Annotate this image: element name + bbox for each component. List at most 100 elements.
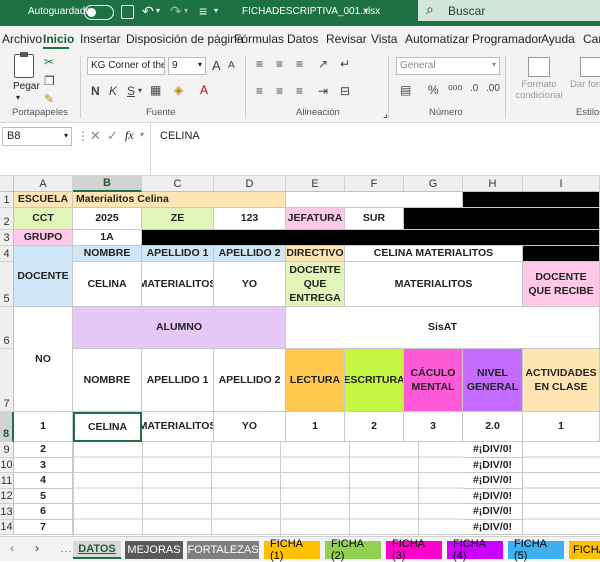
cell-directivo-value[interactable]: CELINA MATERIALITOS xyxy=(345,246,523,262)
cut-icon[interactable]: ✂ xyxy=(44,55,54,69)
fx-dropdown-icon[interactable]: ▾ xyxy=(140,130,144,139)
column-header-e[interactable]: E xyxy=(286,176,345,192)
cell-list-no[interactable]: 4 xyxy=(14,473,73,489)
spreadsheet-grid[interactable]: A B C D E F G H I 1 2 3 4 5 6 7 8 9 10 1… xyxy=(0,176,600,536)
align-right-icon[interactable]: ≡ xyxy=(296,84,303,98)
cell-nombre-header[interactable]: NOMBRE xyxy=(73,246,142,262)
cell-actividades-header[interactable]: ACTIVIDADES EN CLASE xyxy=(523,349,600,412)
cell-list-no[interactable]: 7 xyxy=(14,519,73,535)
cell-jefatura-value[interactable]: SUR xyxy=(345,208,404,230)
select-all-corner[interactable] xyxy=(0,176,14,192)
cell-alumno-apellido1-header[interactable]: APELLIDO 1 xyxy=(142,349,214,412)
row-header-7[interactable]: 7 xyxy=(0,349,14,412)
number-launcher-icon[interactable]: ⌟ xyxy=(383,109,388,120)
sheet-tab-ficha-4[interactable]: FICHA (4) xyxy=(447,538,503,562)
align-left-icon[interactable]: ≡ xyxy=(256,84,263,98)
cell-list-no[interactable]: 5 xyxy=(14,488,73,504)
cell-div-error[interactable]: #¡DIV/0! xyxy=(463,519,523,535)
cell-list-no[interactable]: 2 xyxy=(14,442,73,458)
format-as-table-label[interactable]: Dar formato como tabla xyxy=(570,79,600,90)
conditional-format-label[interactable]: Formato condicional xyxy=(510,79,568,102)
cell-row8-apellido2[interactable]: YO xyxy=(214,412,286,442)
cell-div-error[interactable]: #¡DIV/0! xyxy=(463,504,523,520)
font-color-icon[interactable]: A xyxy=(200,83,208,97)
cell-year[interactable]: 2025 xyxy=(73,208,142,230)
row-header-9[interactable]: 9 xyxy=(0,442,14,458)
autosave-toggle[interactable] xyxy=(84,5,114,20)
sheet-tab-ficha-6[interactable]: FICHA (6) xyxy=(569,541,600,559)
align-bottom-icon[interactable]: ≡ xyxy=(296,57,303,71)
cell-black-block[interactable] xyxy=(463,192,600,208)
cell-row8-lectura[interactable]: 1 xyxy=(286,412,345,442)
more-sheets-icon[interactable]: … xyxy=(60,541,72,555)
cell-ze-value[interactable]: 123 xyxy=(214,208,286,230)
cell-black-block[interactable] xyxy=(142,230,600,246)
row-header-11[interactable]: 11 xyxy=(0,473,14,489)
cell-alumno-nombre-header[interactable]: NOMBRE xyxy=(73,349,142,412)
decrease-font-icon[interactable]: A xyxy=(228,60,235,71)
cell-calculo-header[interactable]: CÁCULO MENTAL xyxy=(404,349,463,412)
cell-alumno-header[interactable]: ALUMNO xyxy=(73,307,286,349)
wrap-text-icon[interactable]: ↵ xyxy=(340,57,350,71)
row-header-3[interactable]: 3 xyxy=(0,230,14,246)
cell-sisat-header[interactable]: SisAT xyxy=(286,307,600,349)
copy-icon[interactable]: ❐ xyxy=(44,74,55,88)
sheet-tab-ficha-5[interactable]: FICHA (5) xyxy=(508,538,564,562)
cell-docente-apellido2[interactable]: YO xyxy=(214,262,286,307)
save-icon[interactable] xyxy=(121,5,134,19)
cell-black-block[interactable] xyxy=(404,208,600,230)
increase-font-icon[interactable]: A xyxy=(212,58,221,73)
cell-row8-escritura[interactable]: 2 xyxy=(345,412,404,442)
cell-grupo-value[interactable]: 1A xyxy=(73,230,142,246)
tab-datos[interactable]: Datos xyxy=(287,32,318,46)
bold-icon[interactable]: N xyxy=(91,84,100,98)
tab-ayuda[interactable]: Ayuda xyxy=(541,32,575,46)
borders-icon[interactable]: ▦ xyxy=(150,83,161,97)
cell-lectura-header[interactable]: LECTURA xyxy=(286,349,345,412)
cell-selected-b8[interactable]: CELINA xyxy=(73,412,142,442)
row-header-6[interactable]: 6 xyxy=(0,307,14,349)
tab-car[interactable]: Car xyxy=(583,32,600,46)
sheet-tab-datos[interactable]: DATOS xyxy=(73,541,121,559)
cell-docente-apellido1[interactable]: MATERIALITOS xyxy=(142,262,214,307)
column-header-d[interactable]: D xyxy=(214,176,286,192)
cell-escuela-label[interactable]: ESCUELA xyxy=(14,192,73,208)
sheet-tab-fortalezas[interactable]: FORTALEZAS xyxy=(187,541,259,559)
tab-disposicion[interactable]: Disposición de página xyxy=(126,32,243,46)
cell-list-no[interactable]: 6 xyxy=(14,504,73,520)
column-header-f[interactable]: F xyxy=(345,176,404,192)
cell-docente-nombre[interactable]: CELINA xyxy=(73,262,142,307)
cell-apellido1-header[interactable]: APELLIDO 1 xyxy=(142,246,214,262)
cell-row8-nivel[interactable]: 2.0 xyxy=(463,412,523,442)
name-box[interactable]: B8 ▾ xyxy=(2,127,72,146)
cell-jefatura-label[interactable]: JEFATURA xyxy=(286,208,345,230)
column-header-b[interactable]: B xyxy=(73,176,142,192)
underline-icon[interactable]: S xyxy=(127,84,135,98)
row-header-2[interactable]: 2 xyxy=(0,208,14,230)
increase-decimal-icon[interactable]: .0 xyxy=(470,83,478,94)
undo-dropdown-icon[interactable]: ▾ xyxy=(156,6,160,15)
redo-dropdown-icon[interactable]: ▾ xyxy=(184,6,188,15)
column-header-i[interactable]: I xyxy=(523,176,600,192)
fill-color-icon[interactable]: ◈ xyxy=(174,83,183,97)
sheet-tab-mejoras[interactable]: MEJORAS xyxy=(125,541,183,559)
sheet-tab-ficha-2[interactable]: FICHA (2) xyxy=(325,538,381,562)
row-header-14[interactable]: 14 xyxy=(0,519,14,535)
row-header-10[interactable]: 10 xyxy=(0,457,14,473)
decrease-decimal-icon[interactable]: .00 xyxy=(486,83,500,94)
indent-icon[interactable]: ⇥ xyxy=(318,84,328,98)
orientation-icon[interactable]: ↗ xyxy=(318,57,328,71)
tab-revisar[interactable]: Revisar xyxy=(326,32,367,46)
formula-content[interactable]: CELINA xyxy=(160,130,200,142)
tab-formulas[interactable]: Fórmulas xyxy=(234,32,284,46)
tab-archivo[interactable]: Archivo xyxy=(2,32,42,46)
row-header-4[interactable]: 4 xyxy=(0,246,14,262)
cell-empty[interactable] xyxy=(286,192,463,208)
cell-docente-entrega-value[interactable]: MATERIALITOS xyxy=(345,262,523,307)
cell-row8-apellido1[interactable]: MATERIALITOS xyxy=(142,412,214,442)
cell-row8-no[interactable]: 1 xyxy=(14,412,73,442)
cell-grupo-label[interactable]: GRUPO xyxy=(14,230,73,246)
number-format-box[interactable]: General ▾ xyxy=(396,57,500,75)
cell-list-no[interactable]: 3 xyxy=(14,457,73,473)
column-header-h[interactable]: H xyxy=(463,176,523,192)
